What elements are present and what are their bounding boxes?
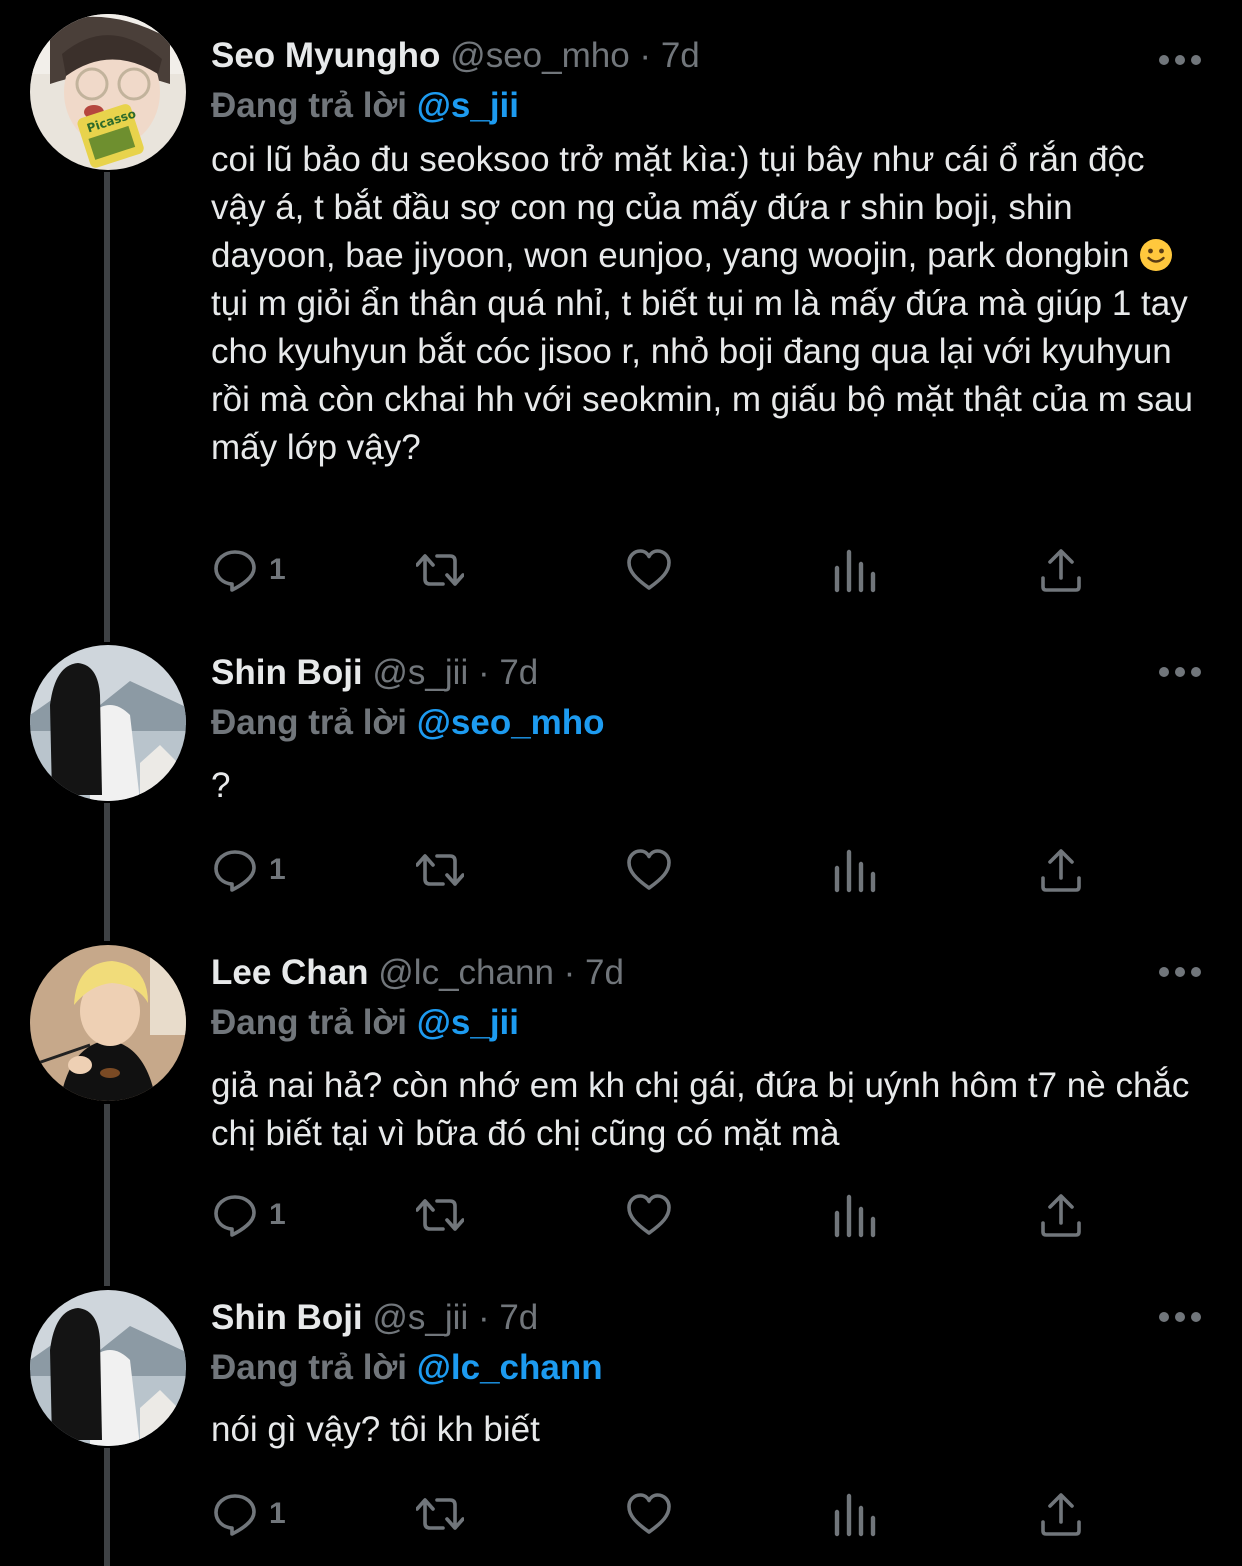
retweet-button[interactable] (416, 846, 464, 894)
reply-count: 1 (269, 553, 286, 586)
reply-count: 1 (269, 853, 286, 886)
replying-to: Đang trả lời @s_jii (211, 1003, 519, 1043)
retweet-button[interactable] (416, 1490, 464, 1538)
like-button[interactable] (625, 1191, 673, 1239)
heart-icon (627, 849, 671, 890)
separator-dot: · (563, 953, 576, 992)
more-icon[interactable] (1158, 666, 1202, 678)
display-name[interactable]: Shin Boji (211, 1298, 363, 1337)
tweet-header: Shin Boji @s_jii · 7d (211, 1298, 538, 1338)
share-icon (1041, 549, 1081, 592)
replying-to-mention[interactable]: @lc_chann (417, 1348, 603, 1387)
timestamp[interactable]: 7d (499, 1298, 538, 1337)
avatar[interactable]: Picasso (30, 14, 186, 170)
retweet-icon (416, 854, 464, 886)
replying-to: Đang trả lời @lc_chann (211, 1348, 603, 1388)
reply-count: 1 (269, 1497, 286, 1530)
display-name[interactable]: Shin Boji (211, 653, 363, 692)
replying-to-label: Đang trả lời (211, 703, 408, 742)
slightly-smiling-face-icon (1140, 239, 1173, 271)
heart-icon (627, 549, 671, 590)
retweet-icon (416, 1498, 464, 1530)
share-button[interactable] (1037, 546, 1085, 594)
avatar[interactable] (30, 945, 186, 1101)
share-icon (1041, 1493, 1081, 1536)
views-icon (834, 849, 876, 893)
like-button[interactable] (625, 546, 673, 594)
tweet-text: nói gì vậy? tôi kh biết (211, 1410, 540, 1449)
timestamp[interactable]: 7d (585, 953, 624, 992)
views-button[interactable] (831, 846, 879, 894)
share-icon (1041, 1194, 1081, 1237)
reply-icon (214, 850, 256, 892)
replying-to-label: Đang trả lời (211, 1348, 408, 1387)
tweet-text-part: coi lũ bảo đu seoksoo trở mặt kìa:) tụi … (211, 140, 1145, 275)
tweet-text: ? (211, 766, 231, 805)
timestamp[interactable]: 7d (661, 36, 700, 75)
avatar[interactable] (30, 645, 186, 801)
heart-icon (627, 1493, 671, 1534)
reply-button[interactable]: 1 (211, 846, 286, 894)
user-handle[interactable]: @seo_mho (450, 36, 630, 75)
tweet[interactable]: Lee Chan @lc_chann · 7d Đang trả lời @s_… (0, 945, 1242, 1265)
tweet-text: coi lũ bảo đu seoksoo trở mặt kìa:) tụi … (211, 136, 1201, 472)
timestamp[interactable]: 7d (499, 653, 538, 692)
tweet-actions: 1 (211, 546, 1091, 594)
reply-icon (214, 1195, 256, 1237)
reply-icon (214, 1494, 256, 1536)
tweet-header: Shin Boji @s_jii · 7d (211, 653, 538, 693)
views-icon (834, 549, 876, 593)
replying-to-mention[interactable]: @seo_mho (417, 703, 605, 742)
retweet-button[interactable] (416, 1191, 464, 1239)
reply-button[interactable]: 1 (211, 1490, 286, 1538)
tweet-text-part: tụi m giỏi ẩn thân quá nhỉ, t biết tụi m… (211, 284, 1193, 467)
replying-to-label: Đang trả lời (211, 86, 408, 125)
separator-dot: · (477, 653, 490, 692)
tweet[interactable]: Shin Boji @s_jii · 7d Đang trả lời @seo_… (0, 645, 1242, 915)
views-button[interactable] (831, 1191, 879, 1239)
separator-dot: · (639, 36, 652, 75)
tweet[interactable]: Picasso Seo Myungho @seo_mho · 7d Đang t… (0, 14, 1242, 614)
replying-to-mention[interactable]: @s_jii (417, 1003, 519, 1042)
views-button[interactable] (831, 1490, 879, 1538)
share-button[interactable] (1037, 1191, 1085, 1239)
display-name[interactable]: Seo Myungho (211, 36, 440, 75)
tweet-text: giả nai hả? còn nhớ em kh chị gái, đứa b… (211, 1066, 1190, 1153)
share-icon (1041, 849, 1081, 892)
replying-to: Đang trả lời @seo_mho (211, 703, 605, 743)
replying-to-mention[interactable]: @s_jii (417, 86, 519, 125)
views-icon (834, 1493, 876, 1537)
views-icon (834, 1194, 876, 1238)
user-handle[interactable]: @s_jii (372, 653, 468, 692)
retweet-button[interactable] (416, 546, 464, 594)
user-handle[interactable]: @s_jii (372, 1298, 468, 1337)
tweet-actions: 1 (211, 846, 1091, 894)
tweet-actions: 1 (211, 1191, 1091, 1239)
views-button[interactable] (831, 546, 879, 594)
heart-icon (627, 1194, 671, 1235)
more-icon[interactable] (1158, 966, 1202, 978)
tweet-actions: 1 (211, 1490, 1091, 1538)
like-button[interactable] (625, 846, 673, 894)
share-button[interactable] (1037, 1490, 1085, 1538)
more-icon[interactable] (1158, 1311, 1202, 1323)
retweet-icon (416, 1199, 464, 1231)
like-button[interactable] (625, 1490, 673, 1538)
more-icon[interactable] (1158, 54, 1202, 66)
tweet-header: Lee Chan @lc_chann · 7d (211, 953, 624, 993)
replying-to-label: Đang trả lời (211, 1003, 408, 1042)
display-name[interactable]: Lee Chan (211, 953, 369, 992)
user-handle[interactable]: @lc_chann (378, 953, 554, 992)
replying-to: Đang trả lời @s_jii (211, 86, 519, 126)
retweet-icon (416, 554, 464, 586)
reply-button[interactable]: 1 (211, 1191, 286, 1239)
tweet[interactable]: Shin Boji @s_jii · 7d Đang trả lời @lc_c… (0, 1290, 1242, 1566)
separator-dot: · (477, 1298, 490, 1337)
reply-button[interactable]: 1 (211, 546, 286, 594)
reply-count: 1 (269, 1198, 286, 1231)
avatar[interactable] (30, 1290, 186, 1446)
tweet-header: Seo Myungho @seo_mho · 7d (211, 36, 700, 76)
reply-icon (214, 550, 256, 592)
share-button[interactable] (1037, 846, 1085, 894)
